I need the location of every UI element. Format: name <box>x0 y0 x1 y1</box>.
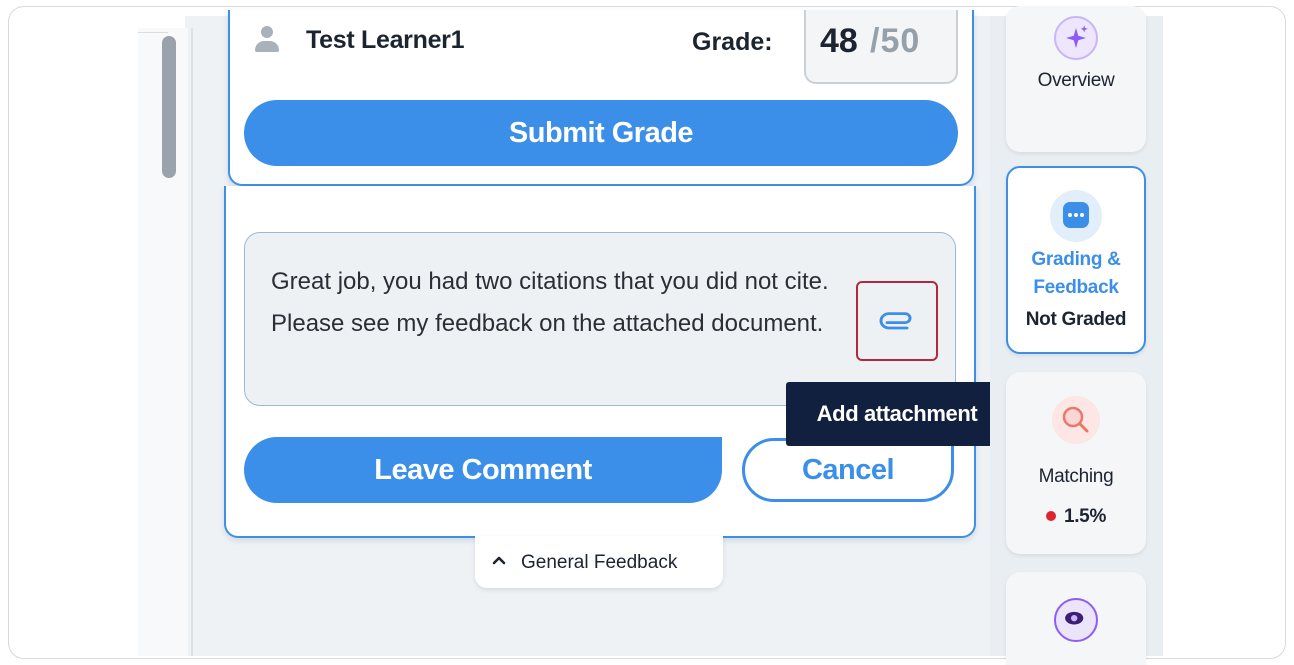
learner-name: Test Learner1 <box>306 26 465 54</box>
grading-status: Not Graded <box>1025 309 1127 330</box>
matching-value: 1.5% <box>1063 506 1107 527</box>
general-feedback-label: General Feedback <box>521 552 678 573</box>
nav-overview-label: Overview <box>1037 70 1115 91</box>
sparkle-icon <box>1054 16 1098 60</box>
general-feedback-toggle[interactable]: General Feedback <box>475 536 723 588</box>
add-attachment-tooltip: Add attachment <box>786 382 1008 446</box>
grade-card: Test Learner1 Grade: 48 /50 Submit Grade <box>228 10 974 186</box>
magnifier-icon <box>1052 396 1100 444</box>
nav-grading-feedback[interactable]: Grading & Feedback Not Graded <box>1006 166 1146 354</box>
grade-max: /50 <box>870 22 921 60</box>
matching-score: 1.5% <box>1006 506 1146 528</box>
nav-overview[interactable]: Overview <box>1006 6 1146 152</box>
submit-grade-button[interactable]: Submit Grade <box>244 100 958 166</box>
eye-icon <box>1054 598 1098 642</box>
nav-matching[interactable]: Matching 1.5% <box>1006 372 1146 554</box>
nav-viewer[interactable] <box>1006 572 1146 665</box>
cancel-button[interactable]: Cancel <box>742 438 954 502</box>
chevron-up-icon <box>492 556 506 565</box>
scrollbar[interactable] <box>162 36 176 178</box>
nav-grading-label-line2: Feedback <box>1033 277 1119 298</box>
nav-grading-label-line1: Grading & <box>1031 249 1121 270</box>
grade-value: 48 <box>820 22 858 60</box>
alert-dot-icon <box>1045 511 1056 521</box>
leave-comment-button[interactable]: Leave Comment <box>244 437 722 503</box>
chat-bubble-icon <box>1050 190 1102 242</box>
panel-divider <box>191 28 193 656</box>
nav-matching-label: Matching <box>1038 466 1114 487</box>
side-nav: Overview Grading & Feedback Not Graded M… <box>990 6 1163 665</box>
comment-textarea[interactable]: Great job, you had two citations that yo… <box>244 232 956 406</box>
comment-card: Great job, you had two citations that yo… <box>224 186 976 538</box>
paperclip-icon[interactable] <box>879 312 915 332</box>
comment-text: Great job, you had two citations that yo… <box>271 268 829 337</box>
grade-label: Grade: <box>692 28 773 56</box>
person-icon <box>254 26 280 56</box>
grade-input[interactable]: 48 /50 <box>804 10 958 84</box>
